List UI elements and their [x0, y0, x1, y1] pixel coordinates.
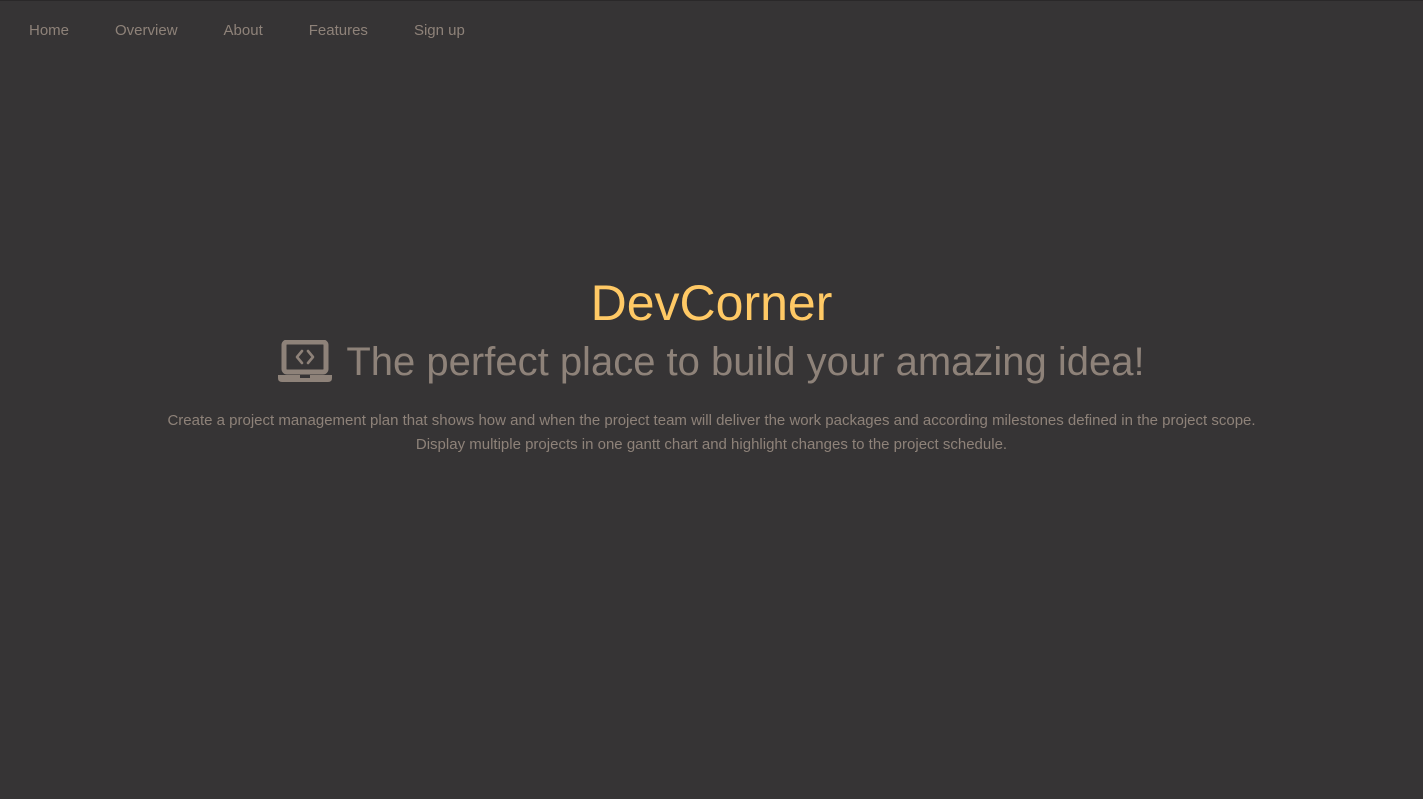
description-line-2: Display multiple projects in one gantt c… [415, 436, 1008, 453]
nav-signup-link[interactable]: Sign up [391, 1, 488, 61]
top-navigation: Home Overview About Features Sign up [0, 1, 488, 61]
brand-title: DevCorner [590, 275, 833, 331]
nav-features-link[interactable]: Features [286, 1, 391, 61]
hero-section: DevCorner The perfect place to build you… [0, 273, 1423, 457]
tagline-text: The perfect place to build your amazing … [346, 340, 1145, 384]
laptop-code-icon [278, 339, 333, 384]
nav-home-link[interactable]: Home [6, 1, 92, 61]
hero-description: Create a project management plan that sh… [112, 409, 1312, 457]
nav-about-link[interactable]: About [201, 1, 286, 61]
description-line-1: Create a project management plan that sh… [167, 412, 1256, 429]
nav-overview-link[interactable]: Overview [92, 1, 201, 61]
hero-tagline: The perfect place to build your amazing … [0, 337, 1423, 387]
